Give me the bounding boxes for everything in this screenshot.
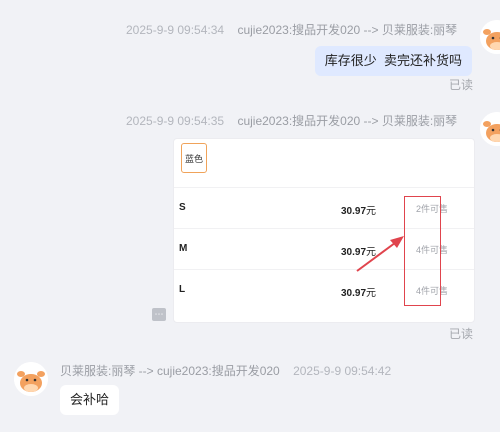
sku-size: S	[179, 202, 186, 213]
more-options-button[interactable]: ⋯	[152, 308, 166, 321]
message-bubble-outgoing[interactable]: 库存很少 卖完还补货吗	[314, 46, 472, 76]
message-text: 库存很少 卖完还补货吗	[324, 53, 462, 68]
cow-avatar-icon	[480, 20, 500, 54]
sku-stock-card[interactable]: 蓝色 S 30.97元 2件可售 M 30.97元 4件可售 L 30.97元 …	[173, 138, 475, 323]
avatar-self[interactable]	[480, 112, 500, 146]
message-2-meta: 2025-9-9 09:54:35 cujie2023:搜品开发020 --> …	[126, 112, 457, 129]
message-1-meta: 2025-9-9 09:54:34 cujie2023:搜品开发020 --> …	[126, 21, 457, 38]
sku-price: 30.97元	[341, 206, 377, 217]
message-route: cujie2023:搜品开发020 --> 贝莱服装:丽琴	[237, 114, 458, 128]
sku-size: M	[179, 243, 188, 254]
sku-size: L	[179, 284, 186, 295]
message-text: 会补哈	[70, 392, 110, 407]
avatar-self[interactable]	[480, 20, 500, 54]
avatar-contact[interactable]	[14, 362, 48, 396]
arrow-annotation-icon	[356, 236, 404, 272]
read-status: 已读	[449, 78, 474, 92]
sku-price: 30.97元	[341, 288, 377, 299]
message-route: cujie2023:搜品开发020 --> 贝莱服装:丽琴	[237, 23, 458, 37]
color-variant-chip[interactable]: 蓝色	[181, 143, 207, 173]
cow-avatar-icon	[14, 362, 48, 396]
message-timestamp: 2025-9-9 09:54:42	[293, 364, 392, 378]
message-timestamp: 2025-9-9 09:54:35	[126, 114, 225, 128]
message-timestamp: 2025-9-9 09:54:34	[126, 23, 225, 37]
message-3-meta: 贝莱服装:丽琴 --> cujie2023:搜品开发020 2025-9-9 0…	[60, 362, 401, 379]
read-status: 已读	[449, 327, 474, 341]
cow-avatar-icon	[480, 112, 500, 146]
message-bubble-incoming[interactable]: 会补哈	[60, 385, 120, 415]
message-route: 贝莱服装:丽琴 --> cujie2023:搜品开发020	[60, 364, 280, 378]
